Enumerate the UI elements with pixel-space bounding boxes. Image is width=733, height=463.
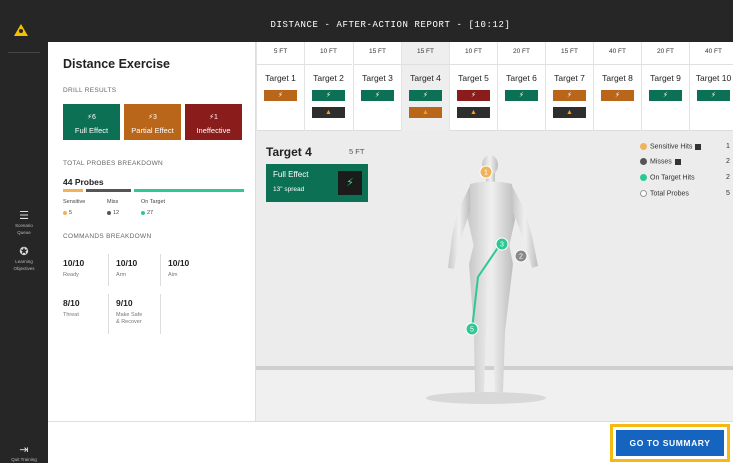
floor-shadow: [426, 392, 546, 404]
exit-icon: ⇥: [19, 444, 29, 456]
command-threat-value: 8/10: [63, 298, 80, 308]
drill-label: Partial Effect: [131, 126, 174, 135]
command-aim-value: 10/10: [168, 258, 190, 268]
sensitive-dot-icon: [63, 210, 67, 215]
commands-heading: COMMANDS BREAKDOWN: [63, 233, 152, 240]
command-aim-label: Aim: [168, 272, 178, 278]
drill-results-heading: DRILL RESULTS: [63, 87, 117, 94]
drill-partial-effect: ⚡3 Partial Effect: [124, 104, 181, 140]
quit-training-label: Quit Training: [11, 457, 37, 462]
drill-label: Ineffective: [196, 126, 231, 135]
probe-value: 5: [69, 210, 73, 216]
hit-marker-2[interactable]: 2: [514, 249, 528, 263]
probes-heading: TOTAL PROBES BREAKDOWN: [63, 160, 164, 167]
sidebar-item-label: Objectives: [13, 265, 35, 271]
sidebar-item-label: Scenario: [15, 223, 33, 228]
drill-full-effect: ⚡6 Full Effect: [63, 104, 120, 140]
footer-bar: GO TO SUMMARY: [48, 421, 733, 463]
page-header: DISTANCE - AFTER-ACTION REPORT - [10:12]: [48, 0, 733, 42]
hit-label: 5: [470, 327, 474, 334]
divider: [160, 294, 161, 334]
sidebar-item-label: Learning: [15, 259, 33, 264]
probe-value-sensitive: 5: [63, 210, 72, 216]
hit-marker-1[interactable]: 1: [479, 165, 493, 179]
probe-bar-sensitive: [63, 189, 83, 192]
divider: [108, 254, 109, 286]
sidebar-item-scenario-queue[interactable]: ☰ Scenario Queue: [0, 210, 48, 235]
probes-total: 44 Probes: [63, 177, 104, 187]
go-to-summary-label: GO TO SUMMARY: [616, 430, 724, 456]
drill-count: ⚡6: [87, 114, 96, 121]
mannequin-body: [448, 155, 538, 392]
summary-panel: Distance Exercise DRILL RESULTS ⚡6 Full …: [48, 42, 256, 421]
drill-label: Full Effect: [74, 126, 109, 135]
exercise-title: Distance Exercise: [63, 57, 171, 71]
command-make-safe-label: Make Safe: [116, 312, 143, 318]
probe-value: 27: [147, 210, 154, 216]
warning-logo-icon: [14, 24, 28, 36]
sidebar-item-label: Queue: [17, 229, 31, 235]
target-view: 5 FT Target 1 ⚡ 10 FT Target 2 ⚡ ▲ 15 FT Target …: [256, 42, 733, 421]
command-make-safe-value: 9/10: [116, 298, 133, 308]
divider: [160, 254, 161, 286]
command-arm-value: 10/10: [116, 258, 138, 268]
drill-count: ⚡1: [209, 114, 218, 121]
target-icon: ✪: [19, 246, 29, 258]
list-icon: ☰: [19, 210, 29, 222]
command-ready-label: Ready: [63, 272, 79, 278]
divider: [108, 294, 109, 334]
miss-dot-icon: [107, 210, 111, 215]
hit-label: 2: [519, 254, 523, 261]
sidebar: ☰ Scenario Queue ✪ Learning Objectives ⇥…: [0, 0, 48, 463]
hit-label: 1: [484, 170, 488, 177]
command-threat-label: Threat: [63, 312, 79, 318]
drill-count: ⚡3: [148, 114, 157, 121]
probe-bar-miss: [86, 189, 131, 192]
drill-ineffective: ⚡1 Ineffective: [185, 104, 242, 140]
sidebar-divider: [8, 52, 40, 53]
command-ready-value: 10/10: [63, 258, 85, 268]
sidebar-item-learning-objectives[interactable]: ✪ Learning Objectives: [0, 246, 48, 271]
hit-marker-5[interactable]: 5: [465, 322, 479, 336]
probe-label-sensitive: Sensitive: [63, 199, 86, 205]
hit-marker-3[interactable]: 3: [495, 237, 509, 251]
on-target-dot-icon: [141, 210, 145, 215]
probe-value: 12: [113, 210, 120, 216]
probe-value-miss: 12: [107, 210, 119, 216]
probe-bar-on-target: [134, 189, 244, 192]
probe-value-on-target: 27: [141, 210, 153, 216]
mannequin-figure: 1 3 2 5: [426, 155, 546, 404]
quit-training-button[interactable]: ⇥ Quit Training: [0, 444, 48, 463]
probe-label-on-target: On Target: [141, 199, 166, 205]
page-title: DISTANCE - AFTER-ACTION REPORT - [10:12]: [270, 20, 511, 30]
hit-label: 3: [500, 242, 504, 249]
command-arm-label: Arm: [116, 272, 127, 278]
probe-label-miss: Miss: [107, 199, 119, 205]
go-to-summary-button[interactable]: GO TO SUMMARY: [610, 424, 730, 462]
command-make-safe-label-2: & Recover: [116, 319, 142, 325]
